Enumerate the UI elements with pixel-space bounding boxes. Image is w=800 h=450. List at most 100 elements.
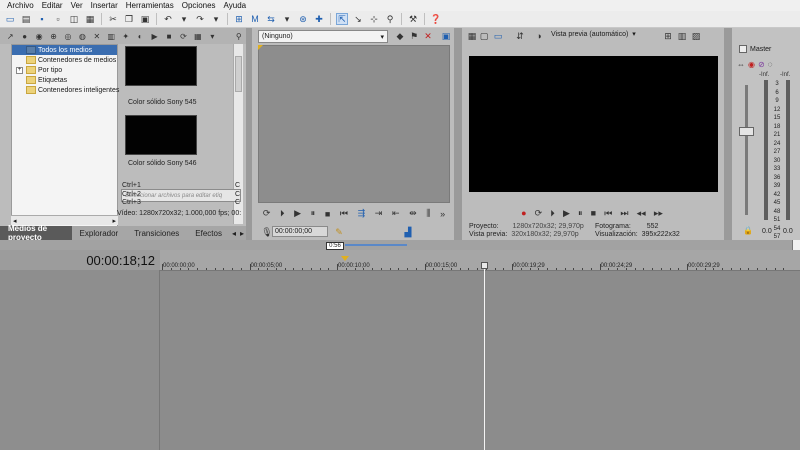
- menu-editar[interactable]: Editar: [38, 1, 67, 10]
- effects-icon[interactable]: ✦: [121, 31, 131, 42]
- more-icon[interactable]: »: [440, 209, 445, 219]
- go-to-start-icon[interactable]: ⏮: [604, 208, 612, 219]
- insert-icon[interactable]: ⇥: [375, 208, 383, 219]
- search-icon[interactable]: ⚲: [234, 31, 244, 42]
- capture-icon[interactable]: ●: [19, 31, 29, 42]
- bus-checkbox[interactable]: [739, 45, 747, 53]
- tab-effects[interactable]: Efectos: [187, 226, 230, 240]
- menu-insertar[interactable]: Insertar: [87, 1, 122, 10]
- fx-icon[interactable]: ⇔: [737, 60, 745, 69]
- new-icon[interactable]: ▭: [4, 13, 16, 25]
- record-icon[interactable]: ●: [521, 208, 526, 218]
- playhead-cursor[interactable]: [484, 262, 485, 450]
- go-to-end-icon[interactable]: ⏭: [620, 208, 628, 219]
- loop-region-bar[interactable]: [345, 244, 407, 246]
- mute-icon[interactable]: ⊘: [758, 60, 765, 69]
- markers-icon[interactable]: M: [249, 13, 261, 25]
- render-icon[interactable]: ◫: [68, 13, 80, 25]
- zoom-tool-icon[interactable]: ⚲: [384, 13, 396, 25]
- snap-icon[interactable]: ⊞: [233, 13, 245, 25]
- save-icon[interactable]: ▪: [36, 13, 48, 25]
- trimmer-time-field[interactable]: 00:00:00;00: [272, 226, 328, 237]
- stop-icon[interactable]: ■: [164, 31, 174, 42]
- pause-icon[interactable]: ⏸: [311, 208, 316, 219]
- web-icon[interactable]: ◍: [77, 31, 87, 42]
- save-as-icon[interactable]: ▫: [52, 13, 64, 25]
- import-icon[interactable]: ↗: [5, 31, 15, 42]
- scroll-right-icon[interactable]: ▸: [112, 217, 116, 225]
- play-from-start-icon[interactable]: ⏵: [280, 208, 285, 219]
- trimmer-video-icon[interactable]: ▣: [440, 30, 452, 42]
- timeline-track-area[interactable]: [160, 271, 800, 450]
- menu-herramientas[interactable]: Herramientas: [122, 1, 178, 10]
- trimmer-pin-icon[interactable]: ⚑: [408, 30, 420, 42]
- preview-menu-icon[interactable]: ⊞: [662, 30, 674, 42]
- overwrite-icon[interactable]: ⇤: [392, 208, 400, 219]
- trimmer-source-dropdown[interactable]: (Ninguno) ▾: [258, 30, 388, 43]
- scroll-thumb[interactable]: [235, 56, 242, 92]
- preview-device-icon[interactable]: ▢: [478, 30, 490, 42]
- menu-archivo[interactable]: Archivo: [3, 1, 38, 10]
- go-to-start-icon[interactable]: ⏮: [340, 208, 348, 219]
- playhead-handle[interactable]: [481, 262, 488, 269]
- get-media-icon[interactable]: ⊕: [48, 31, 58, 42]
- disc-icon[interactable]: ◎: [63, 31, 73, 42]
- tree-item[interactable]: Etiquetas: [12, 75, 117, 85]
- loop-icon[interactable]: ⟳: [178, 31, 188, 42]
- prev-frame-icon[interactable]: ◂◂: [637, 208, 646, 219]
- menu-ayuda[interactable]: Ayuda: [220, 1, 251, 10]
- trimmer-tool-icon[interactable]: ◆: [394, 30, 406, 42]
- master-fader-track[interactable]: [745, 85, 748, 215]
- undo-icon[interactable]: ↶: [162, 13, 174, 25]
- normal-edit-tool-icon[interactable]: ⇱: [336, 13, 348, 25]
- media-thumbnail[interactable]: [125, 115, 197, 155]
- selection-tool-icon[interactable]: ⊹: [368, 13, 380, 25]
- copy-snapshot-icon[interactable]: ▥: [676, 30, 688, 42]
- redo-icon[interactable]: ↷: [194, 13, 206, 25]
- downmix-icon[interactable]: ◌: [768, 60, 773, 69]
- lock-envelopes-icon[interactable]: ⊛: [297, 13, 309, 25]
- media-thumbnail[interactable]: [125, 46, 197, 86]
- redo-dropdown-icon[interactable]: ▾: [210, 13, 222, 25]
- properties-icon[interactable]: ▦: [84, 13, 96, 25]
- menu-ver[interactable]: Ver: [67, 1, 87, 10]
- undo-dropdown-icon[interactable]: ▾: [178, 13, 190, 25]
- stop-icon[interactable]: ■: [325, 209, 330, 219]
- properties-icon[interactable]: ▥: [106, 31, 116, 42]
- ripple-dropdown-icon[interactable]: ▾: [281, 13, 293, 25]
- tree-item[interactable]: Contenedores inteligentes: [12, 85, 119, 95]
- stop-icon[interactable]: ■: [591, 208, 596, 218]
- trim-icon[interactable]: ⇹: [409, 208, 417, 219]
- tree-item[interactable]: + Por tipo: [12, 65, 117, 75]
- auto-crossfade-icon[interactable]: ✚: [313, 13, 325, 25]
- loop-icon[interactable]: ⟳: [263, 208, 271, 219]
- views-icon[interactable]: ▦: [193, 31, 203, 42]
- tabs-scroll-left-icon[interactable]: ◂: [230, 226, 238, 240]
- master-fader-knob[interactable]: [739, 127, 754, 136]
- play-icon[interactable]: ▶: [149, 31, 159, 42]
- next-frame-icon[interactable]: ▸▸: [654, 208, 663, 219]
- remove-icon[interactable]: ✕: [92, 31, 102, 42]
- trimmer-view[interactable]: [258, 45, 450, 203]
- tabs-scroll-right-icon[interactable]: ▸: [238, 226, 246, 240]
- open-icon[interactable]: ▤: [20, 13, 32, 25]
- play-icon[interactable]: ▶: [294, 208, 301, 219]
- trimmer-region-icon[interactable]: ▟: [402, 226, 414, 238]
- views-dropdown-icon[interactable]: ▾: [207, 31, 217, 42]
- expand-icon[interactable]: +: [16, 66, 23, 74]
- preview-quality-dropdown[interactable]: Vista previa (automático) ▾: [551, 30, 636, 39]
- overlays-icon[interactable]: ◑: [533, 30, 545, 42]
- ripple-icon[interactable]: ⇆: [265, 13, 277, 25]
- lock-icon[interactable]: 🔒: [743, 226, 753, 235]
- pause-icon[interactable]: ⏸: [578, 208, 583, 219]
- external-monitor-icon[interactable]: ▭: [492, 30, 504, 42]
- play-from-start-icon[interactable]: ⏵: [550, 208, 555, 219]
- play-icon[interactable]: ▶: [563, 208, 570, 219]
- tab-project-media[interactable]: Medios de proyecto: [0, 224, 72, 242]
- copy-icon[interactable]: ❐: [123, 13, 135, 25]
- paste-icon[interactable]: ▣: [139, 13, 151, 25]
- tools-icon[interactable]: ⚒: [407, 13, 419, 25]
- auto-preview-icon[interactable]: ◐: [135, 31, 145, 42]
- split-screen-icon[interactable]: ⇵: [514, 30, 526, 42]
- timeline-ruler[interactable]: 00:00:00;00 00:00:05;00 00:00:10;00 00:00:1…: [160, 250, 800, 271]
